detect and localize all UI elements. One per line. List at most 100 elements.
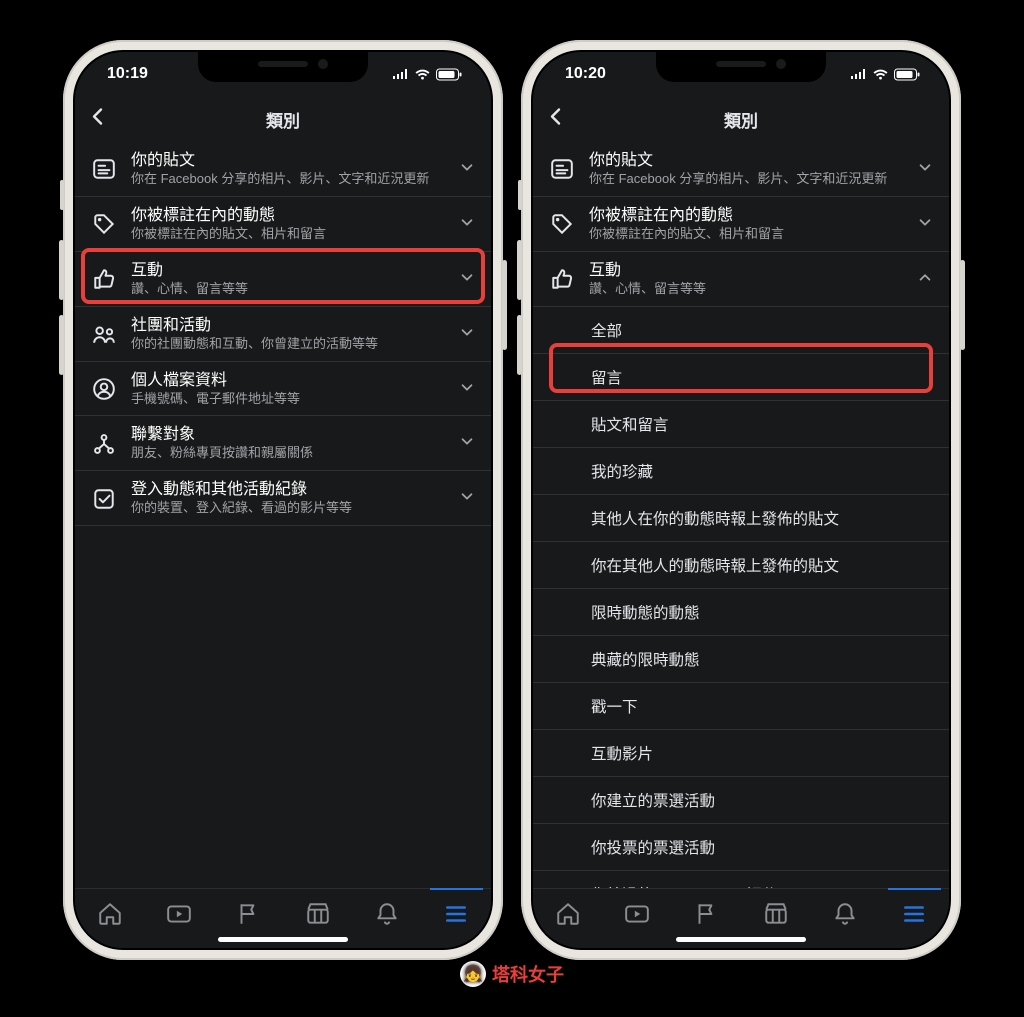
interact-sub-item[interactable]: 你在其他人的動態時報上發佈的貼文 — [533, 542, 949, 589]
interact-sub-item[interactable]: 全部 — [533, 307, 949, 354]
header: 類別 — [75, 96, 491, 142]
interact-sub-item[interactable]: 你給過的 Marketplace 評分 — [533, 871, 949, 888]
interact-sub-item[interactable]: 留言 — [533, 354, 949, 401]
tagged-icon — [549, 212, 575, 236]
signal-icon — [849, 68, 867, 80]
header-title: 類別 — [266, 107, 300, 132]
menu-icon — [443, 901, 469, 927]
chevron-down-icon — [459, 324, 475, 345]
category-row-interact[interactable]: 互動讚、心情、留言等等 — [75, 252, 491, 307]
interact-sub-item[interactable]: 貼文和留言 — [533, 401, 949, 448]
chevron-down-icon — [917, 214, 933, 235]
groups-icon — [91, 322, 117, 346]
tab-watch[interactable] — [144, 889, 213, 938]
flag-icon — [235, 901, 261, 927]
category-row-profile[interactable]: 個人檔案資料手機號碼、電子郵件地址等等 — [75, 362, 491, 417]
category-subtitle: 讚、心情、留言等等 — [589, 281, 903, 298]
chevron-down-icon — [459, 488, 475, 509]
chevron-down-icon — [459, 379, 475, 400]
category-subtitle: 你在 Facebook 分享的相片、影片、文字和近況更新 — [131, 171, 445, 188]
category-row-connect[interactable]: 聯繫對象朋友、粉絲專頁按讚和親屬關係 — [75, 416, 491, 471]
category-row-posts[interactable]: 你的貼文你在 Facebook 分享的相片、影片、文字和近況更新 — [533, 142, 949, 197]
home-indicator[interactable] — [218, 937, 348, 942]
bell-icon — [374, 901, 400, 927]
watermark-avatar-icon: 👧 — [460, 961, 486, 987]
chevron-down-icon — [459, 159, 475, 180]
market-icon — [763, 901, 789, 927]
category-title: 你的貼文 — [131, 151, 445, 171]
interact-sub-item[interactable]: 其他人在你的動態時報上發佈的貼文 — [533, 495, 949, 542]
status-time: 10:19 — [107, 65, 148, 83]
category-title: 個人檔案資料 — [131, 371, 445, 391]
phone-left: 10:19 類別 你的貼文你在 Facebook 分享的相片、影片、文字和近況更… — [63, 40, 503, 960]
tab-menu[interactable] — [880, 889, 949, 938]
category-title: 你被標註在內的動態 — [131, 206, 445, 226]
battery-icon — [436, 68, 463, 81]
chevron-down-icon — [917, 159, 933, 180]
interact-sub-item[interactable]: 我的珍藏 — [533, 448, 949, 495]
market-icon — [305, 901, 331, 927]
category-subtitle: 朋友、粉絲專頁按讚和親屬關係 — [131, 445, 445, 462]
category-title: 你被標註在內的動態 — [589, 206, 903, 226]
interact-sublist: 全部留言貼文和留言我的珍藏其他人在你的動態時報上發佈的貼文你在其他人的動態時報上… — [533, 307, 949, 888]
category-subtitle: 你被標註在內的貼文、相片和留言 — [589, 226, 903, 243]
tagged-icon — [91, 212, 117, 236]
interact-sub-item[interactable]: 互動影片 — [533, 730, 949, 777]
wifi-icon — [414, 68, 431, 80]
category-title: 互動 — [589, 261, 903, 281]
interact-sub-item[interactable]: 限時動態的動態 — [533, 589, 949, 636]
interact-sub-item[interactable]: 你投票的票選活動 — [533, 824, 949, 871]
profile-icon — [91, 377, 117, 401]
header-title: 類別 — [724, 107, 758, 132]
interact-sub-item[interactable]: 典藏的限時動態 — [533, 636, 949, 683]
category-row-tagged[interactable]: 你被標註在內的動態你被標註在內的貼文、相片和留言 — [75, 197, 491, 252]
back-button[interactable] — [89, 107, 109, 132]
watermark-text: 塔科女子 — [492, 961, 564, 987]
category-row-posts[interactable]: 你的貼文你在 Facebook 分享的相片、影片、文字和近況更新 — [75, 142, 491, 197]
posts-icon — [91, 157, 117, 181]
tab-menu[interactable] — [422, 889, 491, 938]
tab-market[interactable] — [283, 889, 352, 938]
connect-icon — [91, 432, 117, 456]
category-row-groups[interactable]: 社團和活動你的社團動態和互動、你曾建立的活動等等 — [75, 307, 491, 362]
home-icon — [97, 901, 123, 927]
interact-sub-item[interactable]: 戳一下 — [533, 683, 949, 730]
wifi-icon — [872, 68, 889, 80]
category-subtitle: 你的社團動態和互動、你曾建立的活動等等 — [131, 336, 445, 353]
category-row-interact[interactable]: 互動讚、心情、留言等等 — [533, 252, 949, 307]
category-row-tagged[interactable]: 你被標註在內的動態你被標註在內的貼文、相片和留言 — [533, 197, 949, 252]
tab-market[interactable] — [741, 889, 810, 938]
category-subtitle: 你的裝置、登入紀錄、看過的影片等等 — [131, 500, 445, 517]
battery-icon — [894, 68, 921, 81]
bell-icon — [832, 901, 858, 927]
home-icon — [555, 901, 581, 927]
home-indicator[interactable] — [676, 937, 806, 942]
back-button[interactable] — [547, 107, 567, 132]
tab-home[interactable] — [533, 889, 602, 938]
status-time: 10:20 — [565, 65, 606, 83]
category-title: 社團和活動 — [131, 316, 445, 336]
chevron-left-icon — [547, 107, 567, 127]
category-row-logins[interactable]: 登入動態和其他活動紀錄你的裝置、登入紀錄、看過的影片等等 — [75, 471, 491, 526]
tab-pages[interactable] — [672, 889, 741, 938]
notch — [198, 52, 368, 82]
tab-notifications[interactable] — [810, 889, 879, 938]
category-title: 互動 — [131, 261, 445, 281]
menu-icon — [901, 901, 927, 927]
signal-icon — [391, 68, 409, 80]
chevron-left-icon — [89, 107, 109, 127]
status-indicators — [391, 68, 463, 81]
notch — [656, 52, 826, 82]
tab-watch[interactable] — [602, 889, 671, 938]
category-title: 你的貼文 — [589, 151, 903, 171]
tab-home[interactable] — [75, 889, 144, 938]
tab-notifications[interactable] — [352, 889, 421, 938]
category-subtitle: 你被標註在內的貼文、相片和留言 — [131, 226, 445, 243]
logins-icon — [91, 487, 117, 511]
tab-pages[interactable] — [214, 889, 283, 938]
posts-icon — [549, 157, 575, 181]
chevron-up-icon — [917, 269, 933, 290]
interact-sub-item[interactable]: 你建立的票選活動 — [533, 777, 949, 824]
category-subtitle: 手機號碼、電子郵件地址等等 — [131, 391, 445, 408]
chevron-down-icon — [459, 433, 475, 454]
